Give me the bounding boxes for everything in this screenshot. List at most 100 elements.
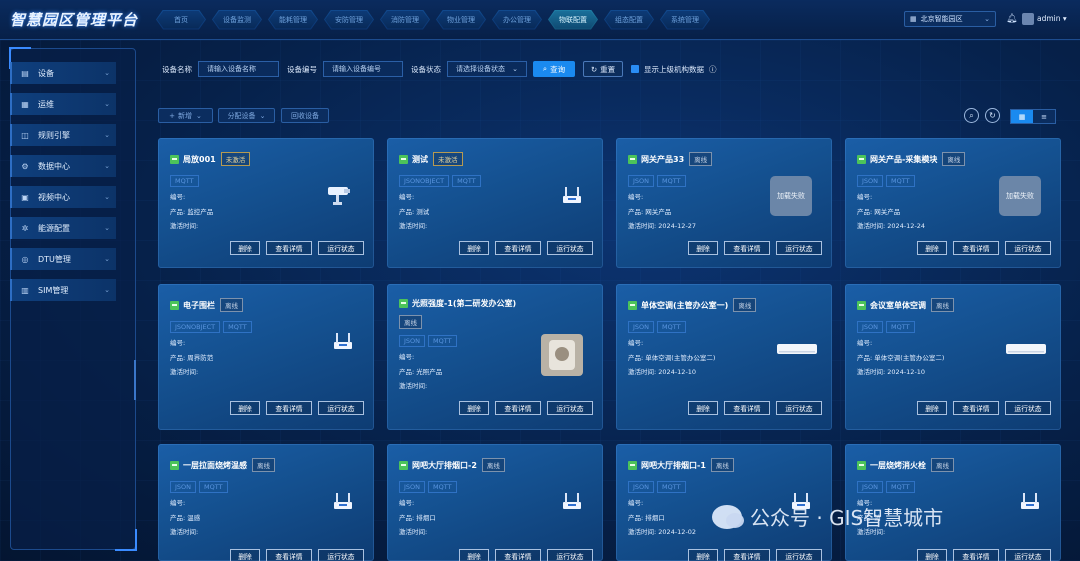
device-card[interactable]: 网吧大厅排烟口-2 离线 JSON MQTT 编号: 产品: 排烟口 激活时间: 删除 查看详… <box>387 444 603 561</box>
device-status-placeholder: 请选择设备状态 <box>456 65 505 73</box>
grid-view-icon[interactable]: ▦ <box>1011 110 1033 123</box>
run-status-button[interactable]: 运行状态 <box>318 241 364 255</box>
nav-tab-7[interactable]: 物联配置 <box>548 9 598 30</box>
nav-tab-label: 物业管理 <box>447 15 475 24</box>
device-card[interactable]: 测试 未激活 JSONOBJECT MQTT 编号: 产品: 测试 激活时间: 删除 查看详情… <box>387 138 603 268</box>
view-detail-button[interactable]: 查看详情 <box>724 241 770 255</box>
delete-button[interactable]: 删除 <box>688 241 718 255</box>
nav-tab-9[interactable]: 系统管理 <box>660 9 710 30</box>
user-menu[interactable]: admin ▾ <box>1037 14 1067 23</box>
device-code-label: 编号: <box>628 339 644 347</box>
delete-button[interactable]: 删除 <box>230 401 260 415</box>
view-detail-button[interactable]: 查看详情 <box>266 241 312 255</box>
device-card[interactable]: 光照强度-1(第二研发办公室) 离线 JSON MQTT 编号: 产品: 光照产品 激活时间… <box>387 284 603 430</box>
delete-button[interactable]: 删除 <box>688 401 718 415</box>
bell-icon[interactable]: 🔔︎ <box>1006 14 1017 24</box>
view-detail-button[interactable]: 查看详情 <box>953 549 999 561</box>
delete-button[interactable]: 删除 <box>230 549 260 561</box>
delete-button[interactable]: 删除 <box>917 401 947 415</box>
delete-button[interactable]: 删除 <box>459 241 489 255</box>
status-badge: 离线 <box>733 298 757 312</box>
search-icon[interactable]: ⌕ <box>964 108 979 123</box>
park-select[interactable]: ▦ 北京智能园区 ⌄ <box>904 11 996 27</box>
refresh-icon[interactable]: ↻ <box>985 108 1000 123</box>
device-product: 网关产品 <box>645 208 672 216</box>
reset-button[interactable]: ↻ 重置 <box>583 61 623 77</box>
nav-tab-3[interactable]: 安防管理 <box>324 9 374 30</box>
view-detail-button[interactable]: 查看详情 <box>495 401 541 415</box>
run-status-button[interactable]: 运行状态 <box>1005 549 1051 561</box>
protocol-tags: JSON MQTT <box>857 175 915 187</box>
delete-button[interactable]: 删除 <box>230 241 260 255</box>
delete-button[interactable]: 删除 <box>459 401 489 415</box>
sidebar-item-1[interactable]: ▦ 运维 ⌄ <box>10 93 116 115</box>
list-view-icon[interactable]: ≡ <box>1033 110 1055 123</box>
view-detail-button[interactable]: 查看详情 <box>266 549 312 561</box>
sidebar-item-0[interactable]: ▤ 设备 ⌄ <box>10 62 116 84</box>
card-actions: 删除 查看详情 运行状态 <box>688 549 822 561</box>
protocol-tags: JSON MQTT <box>628 481 686 493</box>
device-product-line: 产品: 单体空调(主管办公室二) <box>628 352 715 362</box>
nav-tab-1[interactable]: 设备监测 <box>212 9 262 30</box>
device-code-input[interactable]: 请输入设备编号 <box>323 61 403 77</box>
show-parent-checkbox[interactable] <box>631 65 639 73</box>
device-card-header: 电子围栏 离线 <box>170 298 243 312</box>
device-status-icon <box>857 300 866 310</box>
device-card[interactable]: 单体空调(主管办公室一) 离线 JSON MQTT 编号: 产品: 单体空调(主管办公室二… <box>616 284 832 430</box>
run-status-button[interactable]: 运行状态 <box>547 241 593 255</box>
sidebar-item-5[interactable]: ✲ 能源配置 ⌄ <box>10 217 116 239</box>
device-card[interactable]: 一层拉面烧烤温感 离线 JSON MQTT 编号: 产品: 温感 激活时间: 删除 查看详情运… <box>158 444 374 561</box>
sidebar-item-4[interactable]: ▣ 视频中心 ⌄ <box>10 186 116 208</box>
protocol-tags: JSONOBJECT MQTT <box>170 321 252 333</box>
sidebar-item-3[interactable]: ⚙ 数据中心 ⌄ <box>10 155 116 177</box>
view-detail-button[interactable]: 查看详情 <box>495 549 541 561</box>
device-card[interactable]: 网关产品-采集模块 离线 JSON MQTT 编号: 产品: 网关产品 激活时间: 2024… <box>845 138 1061 268</box>
device-name-input[interactable]: 请输入设备名称 <box>198 61 279 77</box>
assign-device-button[interactable]: 分配设备 ⌄ <box>218 108 275 123</box>
nav-tab-0[interactable]: 首页 <box>156 9 206 30</box>
view-detail-button[interactable]: 查看详情 <box>266 401 312 415</box>
recycle-device-button[interactable]: 回收设备 <box>281 108 329 123</box>
device-image <box>332 490 354 515</box>
nav-tab-6[interactable]: 办公管理 <box>492 9 542 30</box>
view-detail-button[interactable]: 查看详情 <box>953 401 999 415</box>
sidebar-item-7[interactable]: ▥ SIM管理 ⌄ <box>10 279 116 301</box>
run-status-button[interactable]: 运行状态 <box>318 549 364 561</box>
run-status-button[interactable]: 运行状态 <box>318 401 364 415</box>
run-status-button[interactable]: 运行状态 <box>776 401 822 415</box>
run-status-button[interactable]: 运行状态 <box>1005 401 1051 415</box>
view-detail-button[interactable]: 查看详情 <box>724 401 770 415</box>
query-button[interactable]: ⌕ 查询 <box>533 61 575 77</box>
avatar[interactable] <box>1022 13 1034 25</box>
run-status-button[interactable]: 运行状态 <box>547 401 593 415</box>
device-card[interactable]: 局放001 未激活 MQTT 编号: 产品: 监控产品 激活时间: 删除 查看详情 运行状态 <box>158 138 374 268</box>
nav-tab-label: 系统管理 <box>671 15 699 24</box>
run-status-button[interactable]: 运行状态 <box>776 549 822 561</box>
delete-button[interactable]: 删除 <box>917 241 947 255</box>
run-status-button[interactable]: 运行状态 <box>547 549 593 561</box>
delete-button[interactable]: 删除 <box>917 549 947 561</box>
device-code-label: 编号: <box>170 193 186 201</box>
delete-button[interactable]: 删除 <box>459 549 489 561</box>
device-card[interactable]: 会议室单体空调 离线 JSON MQTT 编号: 产品: 单体空调(主管办公室二) 激活时间… <box>845 284 1061 430</box>
nav-tab-2[interactable]: 能耗管理 <box>268 9 318 30</box>
add-button[interactable]: + 新增 ⌄ <box>158 108 213 123</box>
device-card[interactable]: 电子围栏 离线 JSONOBJECT MQTT 编号: 产品: 周界防范 激活时间: 删除查… <box>158 284 374 430</box>
sidebar-item-2[interactable]: ◫ 规则引擎 ⌄ <box>10 124 116 146</box>
device-status-select[interactable]: 请选择设备状态 ⌄ <box>447 61 527 77</box>
sidebar-item-6[interactable]: ◎ DTU管理 ⌄ <box>10 248 116 270</box>
info-icon[interactable]: ⓘ <box>709 64 717 75</box>
device-product-label: 产品: <box>170 354 186 362</box>
view-detail-button[interactable]: 查看详情 <box>724 549 770 561</box>
nav-tab-8[interactable]: 组态配置 <box>604 9 654 30</box>
nav-tab-4[interactable]: 消防管理 <box>380 9 430 30</box>
view-detail-button[interactable]: 查看详情 <box>495 241 541 255</box>
delete-button[interactable]: 删除 <box>688 549 718 561</box>
run-status-button[interactable]: 运行状态 <box>1005 241 1051 255</box>
device-card[interactable]: 网关产品33 离线 JSON MQTT 编号: 产品: 网关产品 激活时间: 2024-12… <box>616 138 832 268</box>
device-image <box>324 184 354 209</box>
run-status-button[interactable]: 运行状态 <box>776 241 822 255</box>
sidebar-scrollbar[interactable] <box>134 360 136 400</box>
view-detail-button[interactable]: 查看详情 <box>953 241 999 255</box>
nav-tab-5[interactable]: 物业管理 <box>436 9 486 30</box>
